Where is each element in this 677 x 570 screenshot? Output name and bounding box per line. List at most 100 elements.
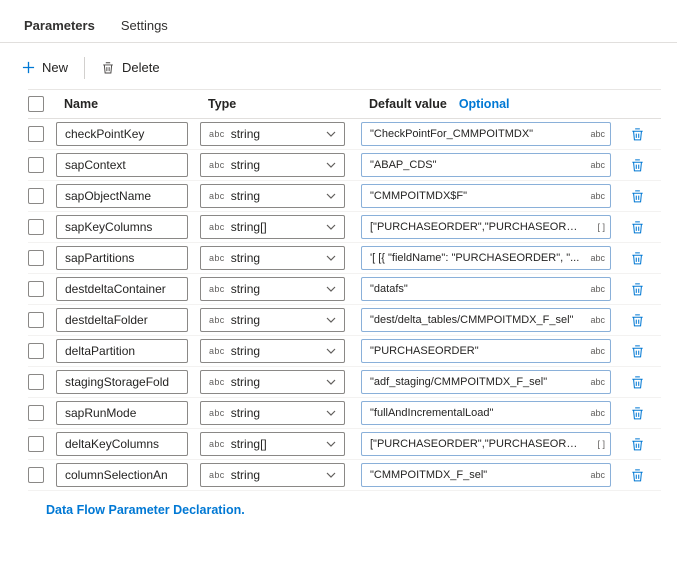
parameter-type-select[interactable]: abc string xyxy=(200,339,345,363)
parameter-row: abc string abc xyxy=(28,274,661,305)
row-delete-button[interactable] xyxy=(623,369,651,395)
tab-settings[interactable]: Settings xyxy=(111,12,178,42)
parameter-type-select[interactable]: abc string xyxy=(200,277,345,301)
parameter-type-select[interactable]: abc string xyxy=(200,463,345,487)
row-delete-button[interactable] xyxy=(623,214,651,240)
row-checkbox[interactable] xyxy=(28,312,44,328)
default-value-input[interactable] xyxy=(361,215,611,239)
parameter-row: abc string[] [ ] xyxy=(28,212,661,243)
parameter-type-select[interactable]: abc string xyxy=(200,246,345,270)
row-delete-button[interactable] xyxy=(623,431,651,457)
parameter-table-body: abc string abc abc string xyxy=(28,119,661,491)
default-value-field: abc xyxy=(361,122,611,146)
default-value-input[interactable] xyxy=(361,153,611,177)
row-checkbox[interactable] xyxy=(28,250,44,266)
toolbar-divider xyxy=(84,56,86,79)
string-type-icon: abc xyxy=(209,191,225,201)
row-checkbox[interactable] xyxy=(28,219,44,235)
row-delete-button[interactable] xyxy=(623,276,651,302)
row-delete-button[interactable] xyxy=(623,400,651,426)
parameter-type-select[interactable]: abc string xyxy=(200,370,345,394)
chevron-down-icon xyxy=(326,348,336,354)
default-value-input[interactable] xyxy=(361,401,611,425)
parameter-name-input[interactable] xyxy=(56,184,188,208)
parameter-type-select[interactable]: abc string[] xyxy=(200,432,345,456)
tab-parameters[interactable]: Parameters xyxy=(14,12,105,42)
parameter-name-input[interactable] xyxy=(56,370,188,394)
chevron-down-icon xyxy=(326,162,336,168)
default-value-input[interactable] xyxy=(361,432,611,456)
row-checkbox[interactable] xyxy=(28,188,44,204)
string-type-icon: abc xyxy=(209,284,225,294)
row-delete-button[interactable] xyxy=(623,183,651,209)
parameter-type-select[interactable]: abc string xyxy=(200,308,345,332)
parameter-name-input[interactable] xyxy=(56,401,188,425)
row-checkbox[interactable] xyxy=(28,405,44,421)
delete-parameter-button[interactable]: Delete xyxy=(95,56,166,79)
trash-icon xyxy=(630,158,645,173)
chevron-down-icon xyxy=(326,472,336,478)
default-value-input[interactable] xyxy=(361,463,611,487)
default-value-field: abc xyxy=(361,246,611,270)
parameter-type-select[interactable]: abc string xyxy=(200,153,345,177)
row-checkbox[interactable] xyxy=(28,374,44,390)
parameter-name-input[interactable] xyxy=(56,339,188,363)
trash-icon xyxy=(630,220,645,235)
tab-parameters-label: Parameters xyxy=(24,18,95,33)
default-value-input[interactable] xyxy=(361,277,611,301)
row-checkbox[interactable] xyxy=(28,467,44,483)
parameter-name-input[interactable] xyxy=(56,153,188,177)
row-checkbox[interactable] xyxy=(28,343,44,359)
row-delete-button[interactable] xyxy=(623,152,651,178)
row-delete-button[interactable] xyxy=(623,245,651,271)
new-button-label: New xyxy=(42,60,69,75)
select-all-checkbox[interactable] xyxy=(28,96,44,112)
trash-icon xyxy=(630,375,645,390)
parameter-name-input[interactable] xyxy=(56,308,188,332)
chevron-down-icon xyxy=(326,193,336,199)
trash-icon xyxy=(630,127,645,142)
new-parameter-button[interactable]: New xyxy=(16,56,74,79)
row-checkbox[interactable] xyxy=(28,281,44,297)
row-checkbox[interactable] xyxy=(28,157,44,173)
default-value-input[interactable] xyxy=(361,370,611,394)
row-checkbox[interactable] xyxy=(28,126,44,142)
parameter-row: abc string abc xyxy=(28,460,661,491)
parameter-type-select[interactable]: abc string xyxy=(200,184,345,208)
default-value-input[interactable] xyxy=(361,308,611,332)
default-value-input[interactable] xyxy=(361,246,611,270)
row-delete-button[interactable] xyxy=(623,462,651,488)
chevron-down-icon xyxy=(326,441,336,447)
parameter-row: abc string abc xyxy=(28,367,661,398)
parameter-type-select[interactable]: abc string xyxy=(200,122,345,146)
chevron-down-icon xyxy=(326,317,336,323)
default-value-input[interactable] xyxy=(361,184,611,208)
parameter-name-input[interactable] xyxy=(56,463,188,487)
parameter-name-input[interactable] xyxy=(56,215,188,239)
parameter-row: abc string abc xyxy=(28,119,661,150)
default-value-input[interactable] xyxy=(361,122,611,146)
type-label: string xyxy=(230,406,261,420)
default-value-field: [ ] xyxy=(361,432,611,456)
parameter-type-select[interactable]: abc string[] xyxy=(200,215,345,239)
row-delete-button[interactable] xyxy=(623,338,651,364)
optional-label: Optional xyxy=(458,97,510,111)
default-value-input[interactable] xyxy=(361,339,611,363)
parameters-panel: Parameters Settings New Delete Name Type xyxy=(0,0,677,570)
column-header-default-value: Default value Optional xyxy=(361,97,611,111)
string-type-icon: abc xyxy=(209,408,225,418)
parameter-type-select[interactable]: abc string xyxy=(200,401,345,425)
row-delete-button[interactable] xyxy=(623,121,651,147)
row-delete-button[interactable] xyxy=(623,307,651,333)
parameter-name-input[interactable] xyxy=(56,122,188,146)
default-value-field: abc xyxy=(361,463,611,487)
trash-icon xyxy=(630,313,645,328)
parameter-name-input[interactable] xyxy=(56,277,188,301)
default-value-label: Default value xyxy=(369,97,447,111)
parameter-name-input[interactable] xyxy=(56,432,188,456)
string-type-icon: abc xyxy=(209,160,225,170)
parameter-row: abc string abc xyxy=(28,336,661,367)
row-checkbox[interactable] xyxy=(28,436,44,452)
panel-caption: Data Flow Parameter Declaration. xyxy=(46,503,245,517)
parameter-name-input[interactable] xyxy=(56,246,188,270)
